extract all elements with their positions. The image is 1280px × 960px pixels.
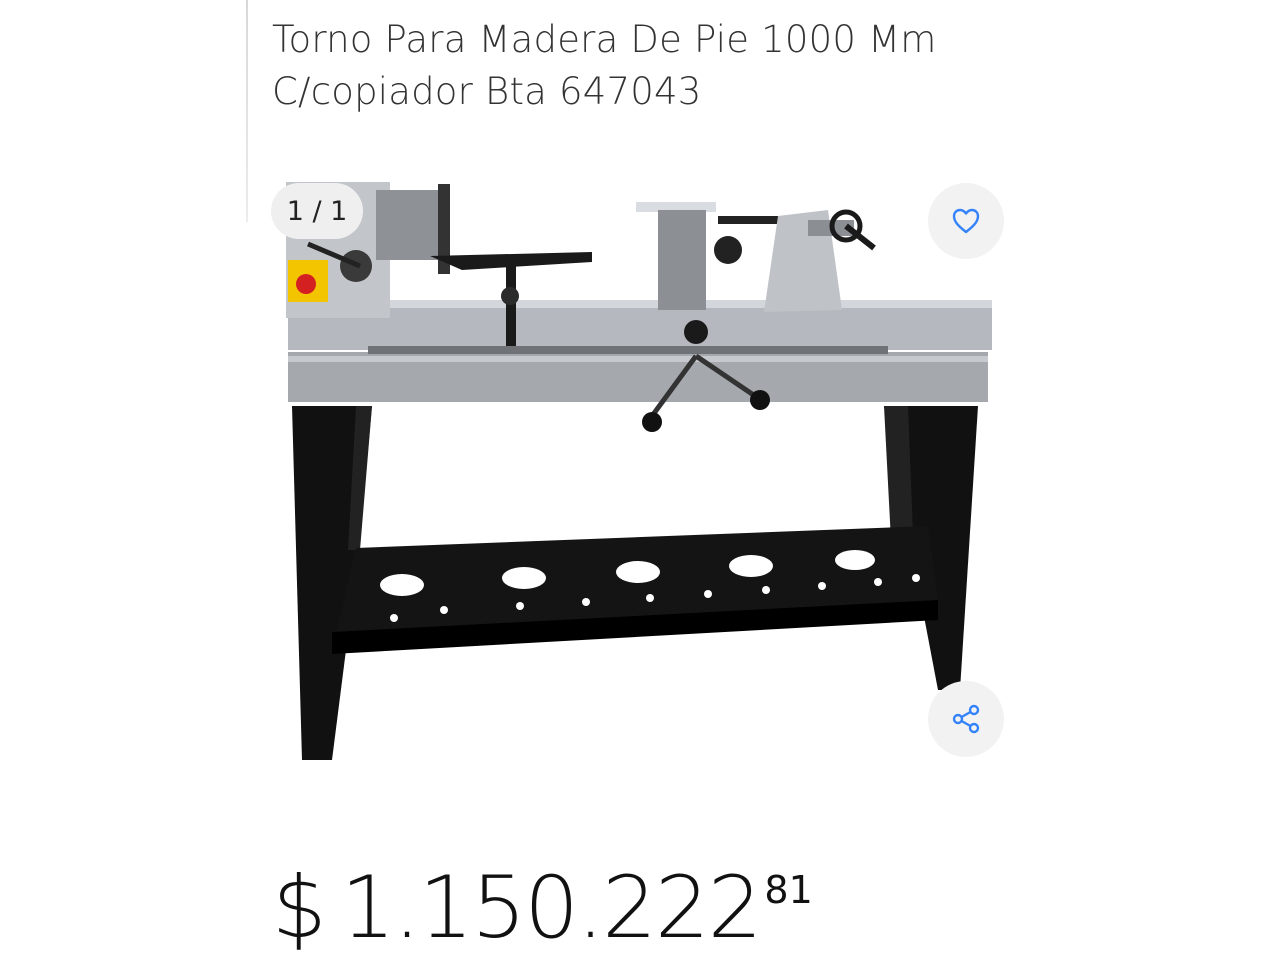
price-currency: $	[272, 858, 327, 958]
heart-icon	[952, 208, 980, 234]
product-title: Torno Para Madera De Pie 1000 Mm C/copia…	[272, 14, 1012, 118]
share-icon	[952, 704, 980, 734]
price-cents: 81	[764, 868, 813, 912]
wood-lathe-illustration	[286, 182, 992, 760]
favorite-button[interactable]	[928, 183, 1004, 259]
product-title-line-2: C/copiador Bta 647043	[272, 70, 702, 113]
price-amount: 1.150.222	[340, 858, 763, 958]
product-image[interactable]	[248, 160, 1032, 800]
price: $1.150.222 81	[272, 856, 813, 960]
share-button[interactable]	[928, 681, 1004, 757]
image-counter: 1 / 1	[271, 183, 363, 239]
product-title-line-1: Torno Para Madera De Pie 1000 Mm	[272, 18, 937, 61]
